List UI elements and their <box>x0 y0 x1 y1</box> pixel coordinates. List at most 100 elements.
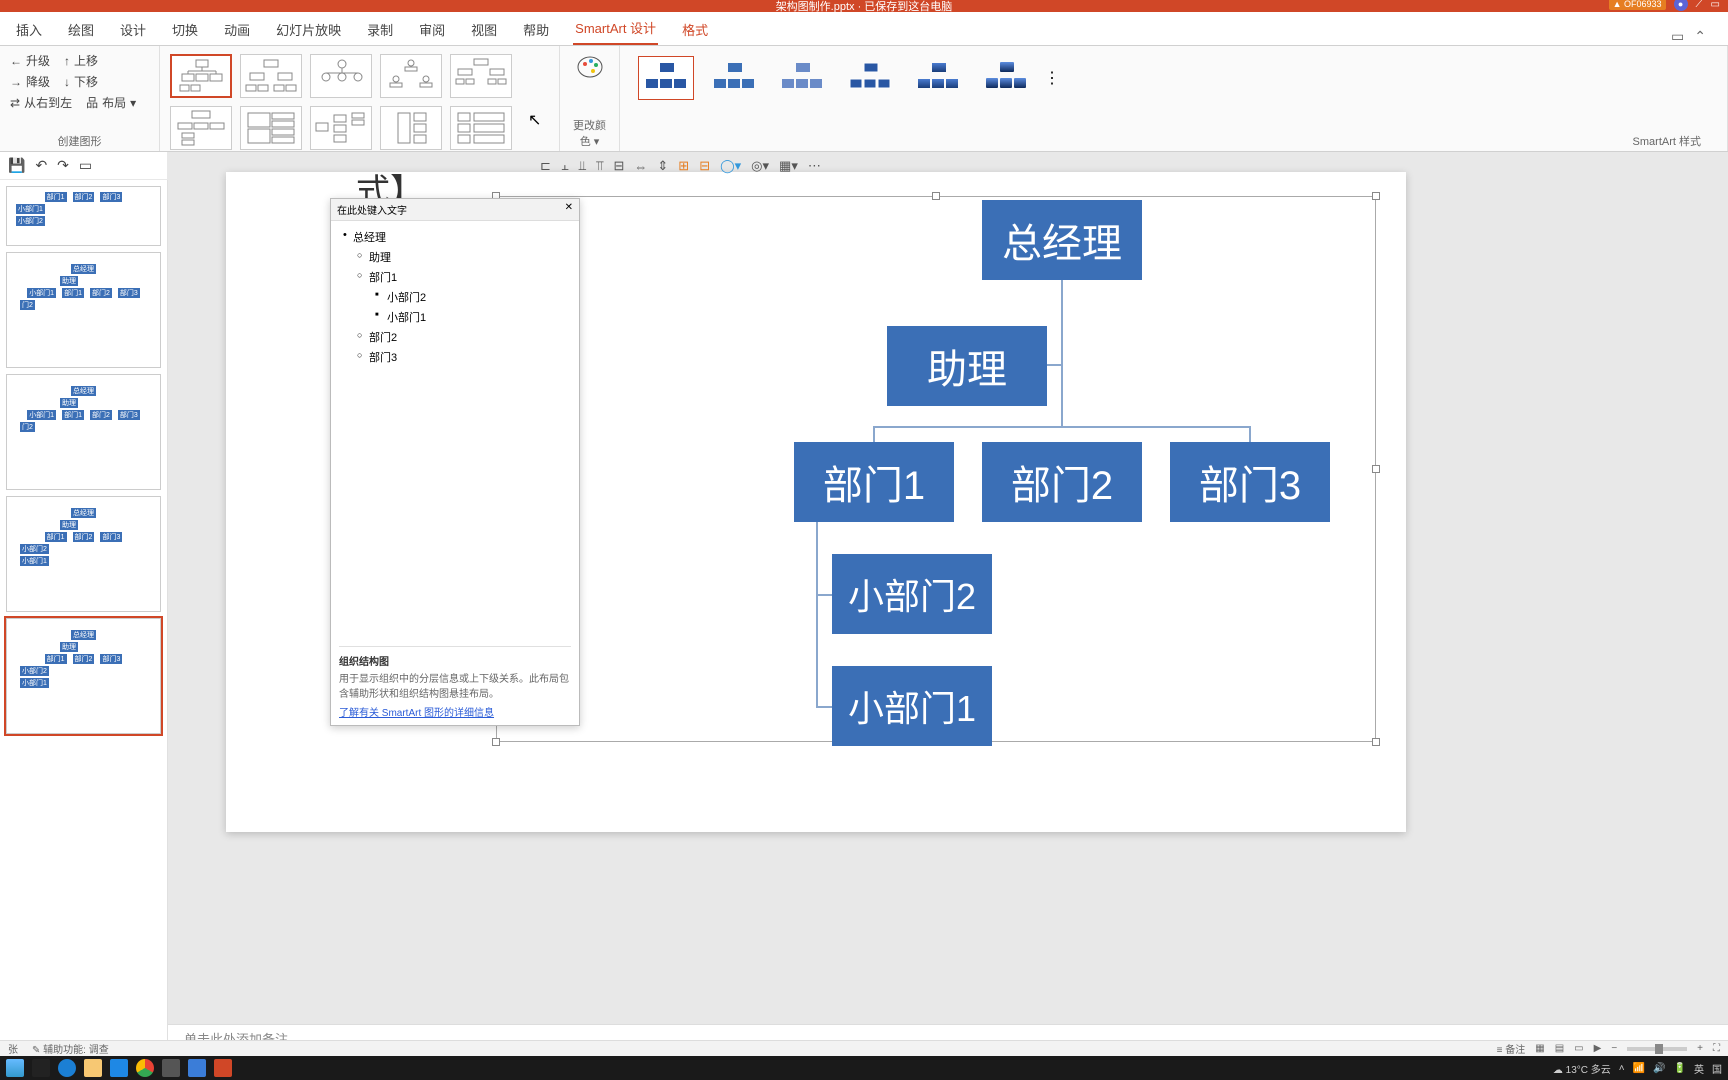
outline-item[interactable]: 总经理 <box>339 227 571 247</box>
distribute-h-icon[interactable]: ⇔ <box>634 159 647 174</box>
tab-design[interactable]: 设计 <box>118 16 148 45</box>
tab-record[interactable]: 录制 <box>365 16 395 45</box>
zoom-slider[interactable] <box>1627 1047 1687 1051</box>
weather-widget[interactable]: ☁ 13°C 多云 <box>1553 1061 1611 1076</box>
layout-option-2[interactable] <box>240 54 302 98</box>
btn-moveup[interactable]: ↑ 上移 <box>64 52 98 69</box>
battery-icon[interactable]: 🔋 <box>1674 1063 1686 1074</box>
layout-option-9[interactable] <box>380 106 442 150</box>
textpane-outline[interactable]: 总经理 助理 部门1 小部门2 小部门1 部门2 部门3 <box>331 221 579 373</box>
view-normal-icon[interactable]: ▦ <box>1535 1043 1544 1054</box>
view-sorter-icon[interactable]: ▤ <box>1555 1043 1564 1054</box>
tab-help[interactable]: 帮助 <box>521 16 551 45</box>
settings-icon[interactable] <box>162 1059 180 1077</box>
group-icon[interactable]: ⊞ <box>678 158 689 174</box>
node-subdept1[interactable]: 小部门1 <box>832 666 992 746</box>
outline-item[interactable]: 部门1 <box>339 267 571 287</box>
resize-handle[interactable] <box>492 738 500 746</box>
layout-option-6[interactable] <box>170 106 232 150</box>
node-dept3[interactable]: 部门3 <box>1170 442 1330 522</box>
zoom-out-icon[interactable]: − <box>1611 1043 1617 1054</box>
distribute-v-icon[interactable]: ⇕ <box>657 158 668 174</box>
shape-outline-icon[interactable]: ◎▾ <box>751 158 769 174</box>
layout-option-10[interactable] <box>450 106 512 150</box>
layout-option-8[interactable] <box>310 106 372 150</box>
slide-thumb-3[interactable]: 总经理 助理 小部门1部门1部门2部门3 门2 <box>6 374 161 490</box>
align-top-icon[interactable]: ⫪ <box>596 158 603 174</box>
start-icon[interactable] <box>32 1059 50 1077</box>
tab-review[interactable]: 审阅 <box>417 16 447 45</box>
tab-insert[interactable]: 插入 <box>14 16 44 45</box>
btn-movedown[interactable]: ↓ 下移 <box>64 73 98 90</box>
slide-thumb-2[interactable]: 总经理 助理 小部门1部门1部门2部门3 门2 <box>6 252 161 368</box>
layout-option-3[interactable] <box>310 54 372 98</box>
smartart-orgchart[interactable]: 总经理 助理 部门1 部门2 部门3 小部门2 小部门1 <box>516 196 1376 736</box>
warning-badge[interactable]: ▲ OF06933 <box>1609 0 1666 10</box>
tab-animation[interactable]: 动画 <box>222 16 252 45</box>
style-option-1[interactable] <box>638 56 694 100</box>
align-middle-icon[interactable]: ⊟ <box>613 158 624 174</box>
wifi-icon[interactable]: 📶 <box>1633 1063 1645 1074</box>
shape-fill-icon[interactable]: ◯▾ <box>720 158 741 174</box>
align-center-v-icon[interactable]: ⫠ <box>561 158 569 174</box>
taskbar-app-icon[interactable] <box>6 1059 24 1077</box>
tray-chevron-icon[interactable]: ˄ <box>1619 1063 1625 1074</box>
outline-item[interactable]: 小部门1 <box>339 307 571 327</box>
volume-icon[interactable]: 🔊 <box>1653 1063 1665 1074</box>
node-dept1[interactable]: 部门1 <box>794 442 954 522</box>
powerpoint-icon[interactable] <box>214 1059 232 1077</box>
undo-icon[interactable]: ↶ <box>35 157 47 174</box>
tab-slideshow[interactable]: 幻灯片放映 <box>274 16 343 45</box>
btn-layout-dd[interactable]: 品 布局 ▾ <box>86 94 136 111</box>
align-left-icon[interactable]: ⊏ <box>540 158 551 174</box>
smartart-text-pane[interactable]: 在此处键入文字 ✕ 总经理 助理 部门1 小部门2 小部门1 部门2 部门3 组… <box>330 198 580 726</box>
slide-thumb-1[interactable]: 部门1部门2部门3 小部门1 小部门2 <box>6 186 161 246</box>
ime-area[interactable]: 国 <box>1712 1061 1722 1076</box>
slide-thumb-5[interactable]: 总经理 助理 部门1部门2部门3 小部门2 小部门1 <box>6 618 161 734</box>
outline-item[interactable]: 助理 <box>339 247 571 267</box>
style-option-3[interactable] <box>774 56 830 100</box>
layout-option-4[interactable] <box>380 54 442 98</box>
resize-handle[interactable] <box>1372 738 1380 746</box>
layout-option-1[interactable] <box>170 54 232 98</box>
node-dept2[interactable]: 部门2 <box>982 442 1142 522</box>
ime-indicator[interactable]: 英 <box>1694 1061 1704 1076</box>
zoom-in-icon[interactable]: + <box>1697 1043 1703 1054</box>
ribbon-mode-icon[interactable]: ▭ <box>1671 28 1684 45</box>
textpane-learn-more-link[interactable]: 了解有关 SmartArt 图形的详细信息 <box>339 704 571 719</box>
group-change-colors[interactable]: 更改颜色 ▾ <box>560 46 620 151</box>
layout-option-7[interactable] <box>240 106 302 150</box>
chrome-icon[interactable] <box>136 1059 154 1077</box>
node-subdept2[interactable]: 小部门2 <box>832 554 992 634</box>
slide-thumb-4[interactable]: 总经理 助理 部门1部门2部门3 小部门2 小部门1 <box>6 496 161 612</box>
view-reading-icon[interactable]: ▭ <box>1574 1043 1583 1054</box>
app-icon[interactable] <box>188 1059 206 1077</box>
layout-option-5[interactable] <box>450 54 512 98</box>
tab-view[interactable]: 视图 <box>469 16 499 45</box>
user-avatar[interactable]: ● <box>1674 0 1688 11</box>
slide-canvas-area[interactable]: 式】 在此处键入文字 ✕ 总经理 助理 部门1 小部门2 小部门1 部门2 部门… <box>168 152 1728 1052</box>
ungroup-icon[interactable]: ⊟ <box>699 158 710 174</box>
save-icon[interactable]: 💾 <box>8 157 25 174</box>
style-option-5[interactable] <box>910 56 966 100</box>
style-option-6[interactable] <box>978 56 1034 100</box>
node-manager[interactable]: 总经理 <box>982 200 1142 280</box>
ribbon-options-icon[interactable]: ⟋ <box>1696 0 1703 10</box>
outline-item[interactable]: 部门2 <box>339 327 571 347</box>
node-assistant[interactable]: 助理 <box>887 326 1047 406</box>
present-icon[interactable]: ▭ <box>79 157 92 174</box>
style-more[interactable]: ⋮ <box>1046 56 1058 100</box>
tab-transition[interactable]: 切换 <box>170 16 200 45</box>
align-bottom-icon[interactable]: ⫫ <box>579 158 586 174</box>
tab-draw[interactable]: 绘图 <box>66 16 96 45</box>
btn-promote[interactable]: ← 升级 <box>10 52 50 69</box>
redo-icon[interactable]: ↷ <box>57 157 69 174</box>
tab-format[interactable]: 格式 <box>680 16 710 45</box>
more-icon[interactable]: ⋯ <box>808 158 821 174</box>
accessibility-check[interactable]: ✎ 辅助功能: 调查 <box>32 1041 109 1056</box>
edge-icon[interactable] <box>58 1059 76 1077</box>
close-icon[interactable]: ✕ <box>565 202 573 217</box>
notes-button[interactable]: ≡ 备注 <box>1497 1041 1526 1056</box>
outline-item[interactable]: 部门3 <box>339 347 571 367</box>
outline-item[interactable]: 小部门2 <box>339 287 571 307</box>
